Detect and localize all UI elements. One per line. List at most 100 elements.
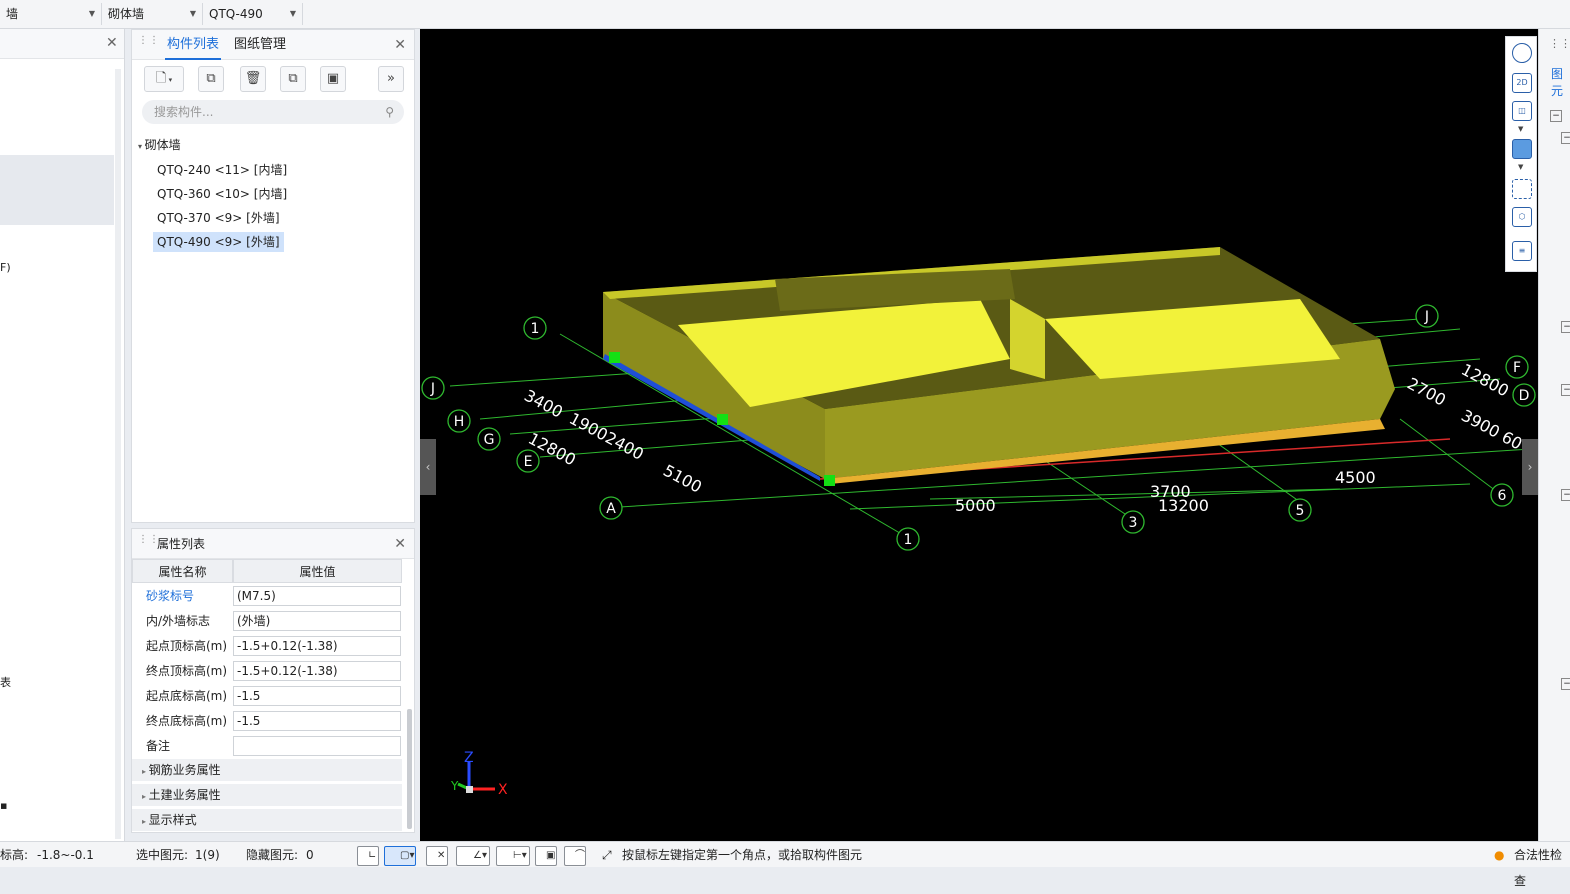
property-name: 备注 — [146, 739, 171, 753]
view-2d-button[interactable]: 2D — [1512, 73, 1532, 93]
dimension-label: 13200 — [1158, 496, 1209, 515]
property-value-field[interactable]: (外墙) — [233, 611, 401, 631]
more-tools-button[interactable]: » — [378, 66, 404, 92]
rectangle-icon: ▢▾ — [400, 850, 415, 861]
property-value-field[interactable]: -1.5 — [233, 711, 401, 731]
category-dropdown[interactable]: 墙 ▼ — [0, 3, 102, 25]
legality-check-button[interactable]: 合法性检查 — [1514, 842, 1570, 894]
close-icon[interactable]: ✕ — [394, 536, 406, 552]
collapse-icon[interactable]: − — [1561, 678, 1570, 690]
dimension-label: 5000 — [955, 496, 996, 515]
chevron-down-icon: ▼ — [289, 9, 296, 18]
hidden-value: 0 — [306, 848, 314, 862]
collapse-icon[interactable]: − — [1561, 489, 1570, 501]
nav-selected-item[interactable] — [0, 155, 114, 225]
curve-button[interactable]: ⌒ — [564, 846, 586, 866]
tree-item[interactable]: QTQ-370 <9> [外墙] — [153, 208, 284, 228]
navigation-panel: ✕ F) 表 ▪ — [0, 29, 125, 841]
property-group-civil[interactable]: ▸ 土建业务属性 — [132, 784, 402, 806]
collapse-icon[interactable]: − — [1561, 321, 1570, 333]
orthogonal-mode-button[interactable]: ∟ — [357, 846, 379, 866]
property-row: 砂浆标号 (M7.5) — [132, 584, 402, 609]
tab-drawing-management[interactable]: 图纸管理 — [232, 30, 288, 60]
chevron-down-icon[interactable]: ▼ — [1518, 125, 1523, 133]
display-button[interactable]: ▣ — [535, 846, 557, 866]
delete-component-button[interactable]: 🗑 — [240, 66, 266, 92]
tree-item[interactable]: QTQ-360 <10> [内墙] — [153, 184, 291, 204]
drag-handle-icon[interactable]: ⋮⋮ — [138, 535, 159, 551]
save-template-button[interactable]: ▣ — [320, 66, 346, 92]
tab-component-list[interactable]: 构件列表 — [165, 30, 222, 60]
property-group-label: 显示样式 — [148, 813, 197, 827]
angle-button[interactable]: ∠▾ — [456, 846, 490, 866]
dimension-label: 3900 60 — [1458, 406, 1525, 454]
property-row: 起点顶标高(m) -1.5+0.12(-1.38) — [132, 634, 402, 659]
axis-label: 3 — [1129, 515, 1138, 531]
fit-view-icon[interactable] — [1512, 179, 1532, 199]
property-name: 起点顶标高(m) — [146, 639, 228, 653]
tree-item[interactable]: QTQ-240 <11> [内墙] — [153, 160, 291, 180]
property-scrollbar[interactable] — [407, 709, 412, 829]
collapse-icon[interactable]: − — [1550, 110, 1562, 122]
property-row: 终点顶标高(m) -1.5+0.12(-1.38) — [132, 659, 402, 684]
cross-select-button[interactable]: ✕ — [426, 846, 448, 866]
tree-item-selected[interactable]: QTQ-490 <9> [外墙] — [153, 232, 284, 252]
collapse-icon[interactable]: − — [1561, 384, 1570, 396]
chevron-left-icon: ‹ — [425, 460, 431, 474]
offset-button[interactable]: ⊢▾ — [496, 846, 530, 866]
axis-label: F — [1513, 360, 1521, 376]
cross-icon: ✕ — [437, 850, 446, 861]
orbit-icon[interactable] — [1512, 43, 1532, 63]
property-name[interactable]: 砂浆标号 — [132, 584, 232, 609]
snap-mode-button[interactable]: ▢▾ — [384, 846, 416, 866]
collapse-left-button[interactable]: ‹ — [420, 439, 436, 495]
box-view-icon[interactable]: ⬡ — [1512, 207, 1532, 227]
copy-component-button[interactable]: ⧉ — [198, 66, 224, 92]
property-group-rebar[interactable]: ▸ 钢筋业务属性 — [132, 759, 402, 781]
property-value-field[interactable]: (M7.5) — [233, 586, 401, 606]
hidden-label: 隐藏图元: — [246, 848, 299, 862]
component-dropdown-value: QTQ-490 — [209, 7, 263, 21]
nav-scrollbar[interactable] — [115, 69, 121, 839]
cube-view-icon[interactable]: ◫ — [1512, 101, 1532, 121]
drag-handle-icon[interactable]: ⋮⋮ — [138, 36, 159, 52]
axis-label: 6 — [1498, 488, 1507, 504]
property-value-field[interactable]: -1.5+0.12(-1.38) — [233, 661, 401, 681]
property-row: 备注 — [132, 734, 402, 759]
search-input[interactable]: 搜索构件... ⚲ — [142, 100, 404, 124]
collapse-right-button[interactable]: › — [1522, 439, 1538, 495]
search-placeholder: 搜索构件... — [154, 105, 214, 119]
property-value-field[interactable] — [233, 736, 401, 756]
property-value-field[interactable]: -1.5 — [233, 686, 401, 706]
duplicate-layer-button[interactable]: ⧉ — [280, 66, 306, 92]
chevron-right-icon: › — [1527, 460, 1533, 474]
component-list-panel: ⋮⋮ 构件列表 图纸管理 ✕ 🗋 ▾ ⧉ 🗑 ⧉ ▣ » 搜索构件... ⚲ ▾… — [131, 29, 415, 523]
tree-group-masonry-wall[interactable]: ▾ 砌体墙 — [138, 136, 181, 153]
axis-label: 1 — [904, 532, 913, 548]
dimension-label: 2700 — [1404, 374, 1449, 410]
chevron-down-icon[interactable]: ▼ — [1518, 163, 1523, 171]
selected-value: 1(9) — [195, 848, 220, 862]
close-icon[interactable]: ✕ — [394, 37, 406, 53]
property-value-field[interactable]: -1.5+0.12(-1.38) — [233, 636, 401, 656]
drag-handle-icon[interactable]: ⋮⋮ — [1549, 37, 1570, 50]
new-component-button[interactable]: 🗋 ▾ — [144, 66, 184, 92]
angle-icon: ∠▾ — [473, 850, 487, 861]
type-dropdown-value: 砌体墙 — [108, 7, 145, 21]
close-icon[interactable]: ✕ — [106, 35, 118, 51]
shaded-cube-icon[interactable] — [1512, 139, 1532, 159]
dimension-label: 5100 — [660, 461, 705, 497]
3d-viewport[interactable]: 1 J H G E A 1 3 5 6 J F D 3400 19002400 … — [420, 29, 1538, 841]
collapse-icon[interactable]: − — [1561, 132, 1570, 144]
view-settings-icon[interactable]: ≡ — [1512, 241, 1532, 261]
trash-icon: 🗑 — [244, 71, 262, 86]
elevation-value: -1.8~-0.1 — [37, 848, 94, 862]
3d-scene[interactable]: 1 J H G E A 1 3 5 6 J F D 3400 19002400 … — [420, 29, 1538, 841]
component-dropdown[interactable]: QTQ-490 ▼ — [203, 3, 303, 25]
tab-element-fragment[interactable]: 图元 — [1551, 65, 1570, 99]
type-dropdown[interactable]: 砌体墙 ▼ — [102, 3, 203, 25]
curve-icon: ⌒ — [575, 850, 585, 861]
property-group-display[interactable]: ▸ 显示样式 — [132, 809, 402, 831]
axis-label: H — [454, 414, 465, 430]
property-list-panel: ⋮⋮ 属性列表 ✕ 属性名称 属性值 砂浆标号 (M7.5) 内/外墙标志 (外… — [131, 528, 415, 833]
